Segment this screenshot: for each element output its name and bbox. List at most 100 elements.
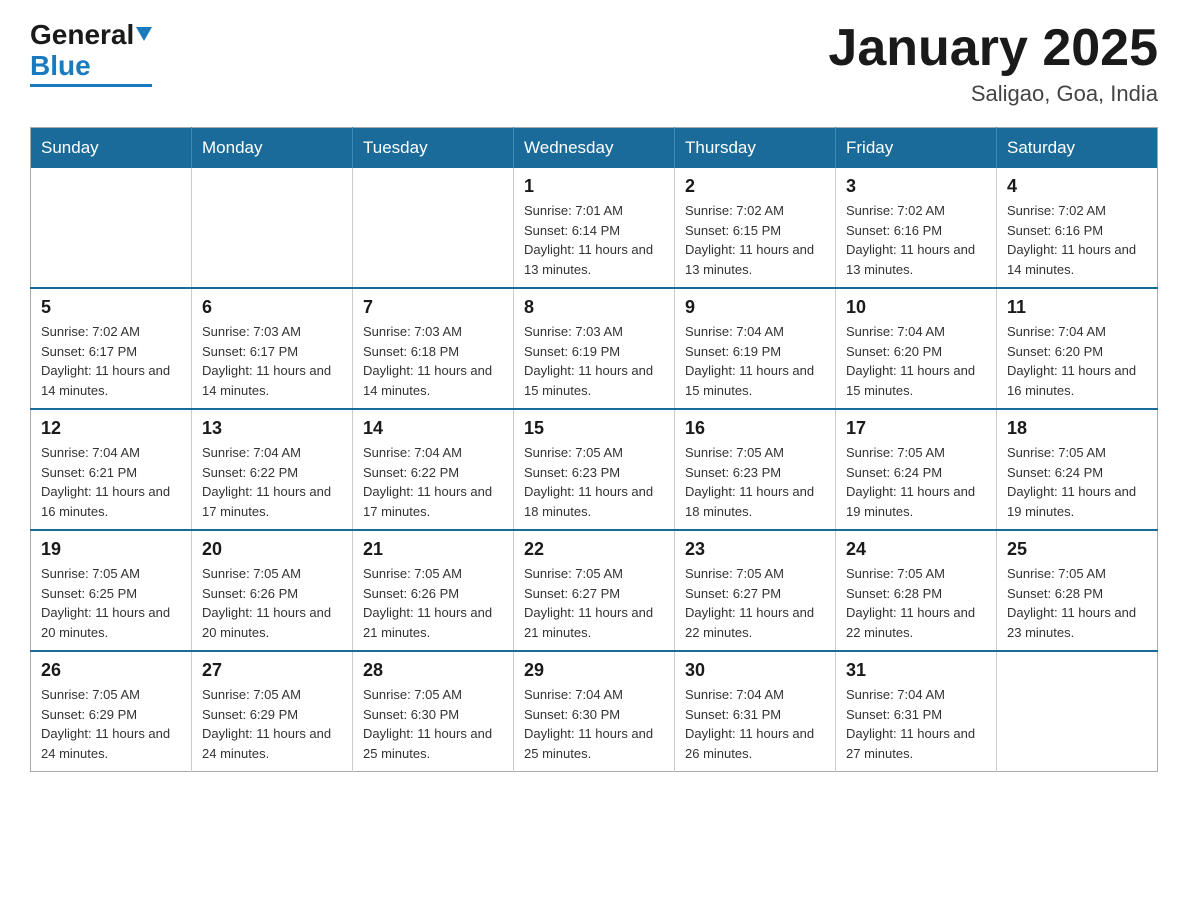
table-row: 23Sunrise: 7:05 AM Sunset: 6:27 PM Dayli… xyxy=(675,530,836,651)
table-row: 16Sunrise: 7:05 AM Sunset: 6:23 PM Dayli… xyxy=(675,409,836,530)
day-info: Sunrise: 7:05 AM Sunset: 6:24 PM Dayligh… xyxy=(846,443,986,521)
day-info: Sunrise: 7:05 AM Sunset: 6:29 PM Dayligh… xyxy=(202,685,342,763)
header-wednesday: Wednesday xyxy=(514,128,675,169)
day-number: 1 xyxy=(524,176,664,197)
table-row: 4Sunrise: 7:02 AM Sunset: 6:16 PM Daylig… xyxy=(997,168,1158,288)
day-number: 19 xyxy=(41,539,181,560)
title-area: January 2025 Saligao, Goa, India xyxy=(828,20,1158,107)
day-info: Sunrise: 7:05 AM Sunset: 6:30 PM Dayligh… xyxy=(363,685,503,763)
day-number: 13 xyxy=(202,418,342,439)
header-tuesday: Tuesday xyxy=(353,128,514,169)
day-number: 24 xyxy=(846,539,986,560)
header-thursday: Thursday xyxy=(675,128,836,169)
header-friday: Friday xyxy=(836,128,997,169)
calendar-header-row: Sunday Monday Tuesday Wednesday Thursday… xyxy=(31,128,1158,169)
day-number: 31 xyxy=(846,660,986,681)
day-number: 2 xyxy=(685,176,825,197)
day-number: 22 xyxy=(524,539,664,560)
day-info: Sunrise: 7:04 AM Sunset: 6:31 PM Dayligh… xyxy=(685,685,825,763)
calendar-table: Sunday Monday Tuesday Wednesday Thursday… xyxy=(30,127,1158,772)
table-row: 22Sunrise: 7:05 AM Sunset: 6:27 PM Dayli… xyxy=(514,530,675,651)
table-row: 13 Sunrise: 7:04 AM Sunset: 6:22 PM Dayli… xyxy=(192,409,353,530)
day-number: 16 xyxy=(685,418,825,439)
table-row xyxy=(31,168,192,288)
day-info: Sunrise: 7:04 AM Sunset: 6:21 PM Dayligh… xyxy=(41,443,181,521)
day-info: Sunrise: 7:03 AM Sunset: 6:17 PM Dayligh… xyxy=(202,322,342,400)
table-row: 27 Sunrise: 7:05 AM Sunset: 6:29 PM Dayli… xyxy=(192,651,353,772)
day-info: Sunrise: 7:02 AM Sunset: 6:15 PM Dayligh… xyxy=(685,201,825,279)
table-row: 19 Sunrise: 7:05 AM Sunset: 6:25 PM Dayli… xyxy=(31,530,192,651)
day-number: 6 xyxy=(202,297,342,318)
day-number: 4 xyxy=(1007,176,1147,197)
day-number: 21 xyxy=(363,539,503,560)
day-number: 23 xyxy=(685,539,825,560)
table-row: 29 Sunrise: 7:04 AM Sunset: 6:30 PM Dayli… xyxy=(514,651,675,772)
logo-general: General xyxy=(30,19,134,50)
table-row: 11Sunrise: 7:04 AM Sunset: 6:20 PM Dayli… xyxy=(997,288,1158,409)
day-number: 14 xyxy=(363,418,503,439)
calendar-week-row: 5 Sunrise: 7:02 AM Sunset: 6:17 PM Daylig… xyxy=(31,288,1158,409)
day-info: Sunrise: 7:05 AM Sunset: 6:28 PM Dayligh… xyxy=(1007,564,1147,642)
header-saturday: Saturday xyxy=(997,128,1158,169)
table-row: 7Sunrise: 7:03 AM Sunset: 6:18 PM Daylig… xyxy=(353,288,514,409)
day-number: 10 xyxy=(846,297,986,318)
header-sunday: Sunday xyxy=(31,128,192,169)
day-info: Sunrise: 7:05 AM Sunset: 6:28 PM Dayligh… xyxy=(846,564,986,642)
calendar-week-row: 1 Sunrise: 7:01 AM Sunset: 6:14 PM Daylig… xyxy=(31,168,1158,288)
table-row: 5 Sunrise: 7:02 AM Sunset: 6:17 PM Daylig… xyxy=(31,288,192,409)
day-info: Sunrise: 7:02 AM Sunset: 6:17 PM Dayligh… xyxy=(41,322,181,400)
day-info: Sunrise: 7:04 AM Sunset: 6:30 PM Dayligh… xyxy=(524,685,664,763)
day-number: 17 xyxy=(846,418,986,439)
table-row: 24 Sunrise: 7:05 AM Sunset: 6:28 PM Dayli… xyxy=(836,530,997,651)
logo-triangle-icon xyxy=(136,27,152,41)
table-row: 12 Sunrise: 7:04 AM Sunset: 6:21 PM Dayli… xyxy=(31,409,192,530)
table-row: 6 Sunrise: 7:03 AM Sunset: 6:17 PM Daylig… xyxy=(192,288,353,409)
day-number: 26 xyxy=(41,660,181,681)
day-info: Sunrise: 7:04 AM Sunset: 6:22 PM Dayligh… xyxy=(363,443,503,521)
subtitle: Saligao, Goa, India xyxy=(828,81,1158,107)
day-number: 25 xyxy=(1007,539,1147,560)
day-number: 12 xyxy=(41,418,181,439)
day-info: Sunrise: 7:05 AM Sunset: 6:23 PM Dayligh… xyxy=(524,443,664,521)
table-row: 26Sunrise: 7:05 AM Sunset: 6:29 PM Dayli… xyxy=(31,651,192,772)
table-row: 1 Sunrise: 7:01 AM Sunset: 6:14 PM Daylig… xyxy=(514,168,675,288)
table-row: 25 Sunrise: 7:05 AM Sunset: 6:28 PM Dayli… xyxy=(997,530,1158,651)
table-row: 21 Sunrise: 7:05 AM Sunset: 6:26 PM Dayli… xyxy=(353,530,514,651)
day-info: Sunrise: 7:05 AM Sunset: 6:26 PM Dayligh… xyxy=(363,564,503,642)
table-row: 8Sunrise: 7:03 AM Sunset: 6:19 PM Daylig… xyxy=(514,288,675,409)
table-row: 14 Sunrise: 7:04 AM Sunset: 6:22 PM Dayli… xyxy=(353,409,514,530)
day-info: Sunrise: 7:01 AM Sunset: 6:14 PM Dayligh… xyxy=(524,201,664,279)
day-info: Sunrise: 7:04 AM Sunset: 6:22 PM Dayligh… xyxy=(202,443,342,521)
day-number: 8 xyxy=(524,297,664,318)
calendar-week-row: 26 Sunrise: 7:05 AM Sunset: 6:29 PM Dayli… xyxy=(31,651,1158,772)
table-row: 17 Sunrise: 7:05 AM Sunset: 6:24 PM Dayli… xyxy=(836,409,997,530)
day-number: 5 xyxy=(41,297,181,318)
table-row xyxy=(192,168,353,288)
day-number: 29 xyxy=(524,660,664,681)
logo: General Blue xyxy=(30,20,152,87)
day-number: 27 xyxy=(202,660,342,681)
table-row: 10 Sunrise: 7:04 AM Sunset: 6:20 PM Dayli… xyxy=(836,288,997,409)
day-info: Sunrise: 7:05 AM Sunset: 6:25 PM Dayligh… xyxy=(41,564,181,642)
calendar-week-row: 12 Sunrise: 7:04 AM Sunset: 6:21 PM Dayli… xyxy=(31,409,1158,530)
day-info: Sunrise: 7:04 AM Sunset: 6:31 PM Dayligh… xyxy=(846,685,986,763)
table-row: 30Sunrise: 7:04 AM Sunset: 6:31 PM Dayli… xyxy=(675,651,836,772)
day-number: 20 xyxy=(202,539,342,560)
calendar-week-row: 19 Sunrise: 7:05 AM Sunset: 6:25 PM Dayli… xyxy=(31,530,1158,651)
table-row: 15Sunrise: 7:05 AM Sunset: 6:23 PM Dayli… xyxy=(514,409,675,530)
day-number: 9 xyxy=(685,297,825,318)
table-row xyxy=(353,168,514,288)
day-number: 3 xyxy=(846,176,986,197)
day-number: 7 xyxy=(363,297,503,318)
day-info: Sunrise: 7:04 AM Sunset: 6:20 PM Dayligh… xyxy=(846,322,986,400)
logo-underline xyxy=(30,84,152,87)
main-title: January 2025 xyxy=(828,20,1158,77)
table-row: 18Sunrise: 7:05 AM Sunset: 6:24 PM Dayli… xyxy=(997,409,1158,530)
page-header: General Blue January 2025 Saligao, Goa, … xyxy=(30,20,1158,107)
logo-text: General Blue xyxy=(30,20,152,82)
table-row: 31 Sunrise: 7:04 AM Sunset: 6:31 PM Dayli… xyxy=(836,651,997,772)
day-number: 28 xyxy=(363,660,503,681)
day-info: Sunrise: 7:05 AM Sunset: 6:24 PM Dayligh… xyxy=(1007,443,1147,521)
table-row: 20Sunrise: 7:05 AM Sunset: 6:26 PM Dayli… xyxy=(192,530,353,651)
table-row xyxy=(997,651,1158,772)
